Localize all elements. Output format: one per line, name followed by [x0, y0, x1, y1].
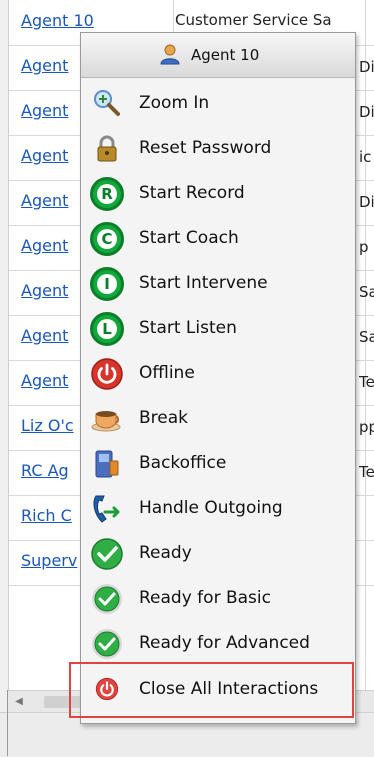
agent-cell-partial: Di [359, 103, 374, 121]
divider [7, 690, 8, 756]
menu-item-label: Ready for Advanced [139, 633, 310, 653]
agent-name-link[interactable]: Agent [21, 236, 68, 255]
menu-item-offline[interactable]: Offline [83, 351, 353, 396]
checkmark-icon [91, 538, 123, 570]
menu-item-label: Ready for Basic [139, 588, 271, 608]
intervene-icon: I [90, 267, 124, 301]
menu-item-label: Handle Outgoing [139, 498, 283, 518]
agent-cell-partial: ic [359, 148, 372, 166]
menu-item-start-listen[interactable]: L Start Listen [83, 306, 353, 351]
agent-name-link[interactable]: Agent [21, 191, 68, 210]
menu-item-label: Reset Password [139, 138, 272, 158]
agent-cell-partial: pp [359, 418, 374, 436]
checkmark-icon [92, 629, 122, 659]
agent-name-link[interactable]: Superv [21, 551, 77, 570]
agent-name-link[interactable]: Agent [21, 146, 68, 165]
menu-item-start-coach[interactable]: C Start Coach [83, 216, 353, 261]
coffee-cup-icon [91, 411, 121, 432]
menu-item-reset-password[interactable]: Reset Password [83, 126, 353, 171]
agent-name-link[interactable]: Agent [21, 371, 68, 390]
agent-avatar-icon [160, 44, 180, 65]
checkmark-icon [92, 584, 122, 614]
phone-outgoing-icon [93, 495, 120, 523]
agent-cell-partial: Di [359, 193, 374, 211]
record-icon: R [90, 177, 124, 211]
agent-description: Customer Service Sa [175, 11, 332, 29]
zoom-in-icon [94, 90, 120, 116]
menu-item-label: Break [139, 408, 188, 428]
menu-item-label: Backoffice [139, 453, 227, 473]
agent-cell-partial: Te [359, 463, 374, 481]
context-menu-title: Agent 10 [191, 46, 260, 64]
menu-item-label: Zoom In [139, 93, 210, 113]
menu-item-ready-for-advanced[interactable]: Ready for Advanced [83, 621, 353, 666]
menu-item-label: Ready [139, 543, 192, 563]
menu-item-break[interactable]: Break [83, 396, 353, 441]
menu-item-label: Start Intervene [139, 273, 268, 293]
agent-name-link[interactable]: RC Ag [21, 461, 69, 480]
agent-name-link[interactable]: Rich C [21, 506, 72, 525]
lock-icon [97, 135, 117, 162]
agent-cell-partial: Te [359, 373, 374, 391]
menu-item-handle-outgoing[interactable]: Handle Outgoing [83, 486, 353, 531]
menu-item-label: Start Record [139, 183, 245, 203]
agent-cell-partial: p [359, 238, 369, 256]
menu-item-ready-for-basic[interactable]: Ready for Basic [83, 576, 353, 621]
agent-context-menu: Agent 10 Zoom In Reset Password R Start … [80, 32, 356, 724]
context-menu-header: Agent 10 [81, 33, 355, 78]
agent-name-link[interactable]: Agent [21, 281, 68, 300]
agent-name-link[interactable]: Agent 10 [21, 11, 94, 30]
menu-item-label: Start Coach [139, 228, 239, 248]
agent-name-link[interactable]: Agent [21, 101, 68, 120]
agent-name-link[interactable]: Agent [21, 326, 68, 345]
listen-icon: L [90, 312, 124, 346]
agent-cell-partial: Di [359, 58, 374, 76]
agent-name-link[interactable]: Liz O'c [21, 416, 74, 435]
agent-name-link[interactable]: Agent [21, 56, 68, 75]
power-icon [91, 358, 123, 390]
backoffice-icon [95, 450, 119, 478]
highlight-outline [69, 662, 354, 718]
menu-item-label: Start Listen [139, 318, 237, 338]
scroll-left-arrow-icon[interactable]: ◀ [12, 695, 26, 709]
agent-cell-partial: Sa [359, 328, 374, 346]
menu-item-zoom-in[interactable]: Zoom In [83, 81, 353, 126]
menu-item-backoffice[interactable]: Backoffice [83, 441, 353, 486]
menu-item-label: Offline [139, 363, 195, 383]
menu-item-start-intervene[interactable]: I Start Intervene [83, 261, 353, 306]
agent-cell-partial: Sa [359, 283, 374, 301]
coach-icon: C [90, 222, 124, 256]
menu-item-start-record[interactable]: R Start Record [83, 171, 353, 216]
menu-item-ready[interactable]: Ready [83, 531, 353, 576]
